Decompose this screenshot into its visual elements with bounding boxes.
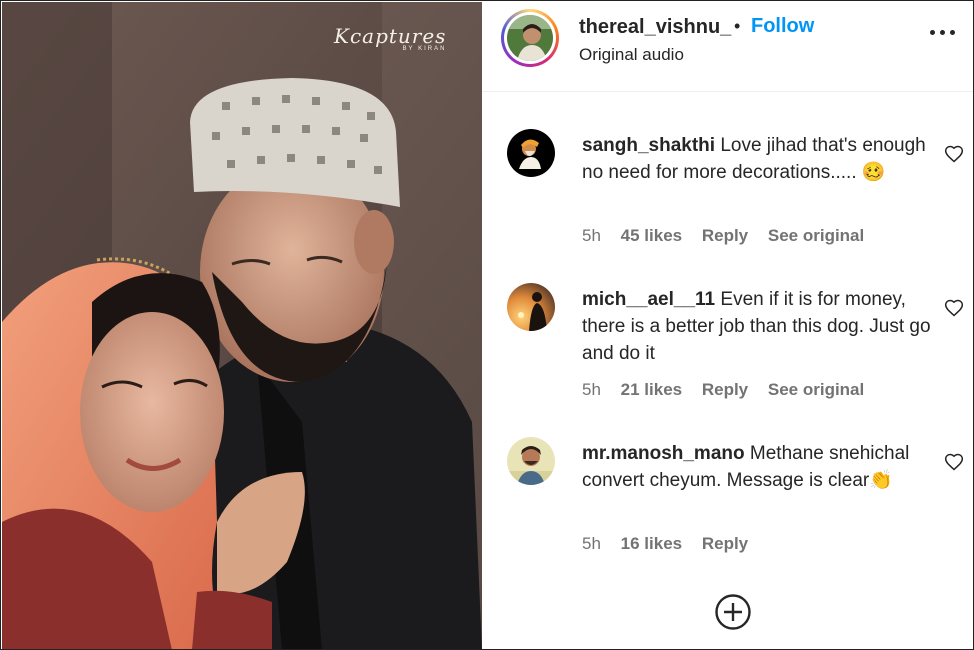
comments-panel: thereal_vishnu_ • Follow Original audio … bbox=[482, 2, 973, 649]
couple-photo-illustration bbox=[2, 2, 482, 649]
comment-meta: 5h 16 likes Reply bbox=[582, 534, 763, 554]
comment-likes[interactable]: 16 likes bbox=[621, 534, 682, 554]
author-username[interactable]: thereal_vishnu_ bbox=[579, 16, 731, 39]
comment-likes[interactable]: 21 likes bbox=[621, 380, 682, 400]
comment-emoji: 🥴 bbox=[861, 162, 886, 183]
commenter-avatar[interactable] bbox=[507, 283, 555, 331]
comment-likes[interactable]: 45 likes bbox=[621, 226, 682, 246]
reply-button[interactable]: Reply bbox=[702, 226, 748, 246]
comment-meta: 5h 21 likes Reply See original bbox=[582, 380, 879, 400]
see-original-button[interactable]: See original bbox=[768, 380, 864, 400]
audio-label[interactable]: Original audio bbox=[579, 45, 684, 65]
comment-text: sangh_shakthi Love jihad that's enough n… bbox=[582, 132, 934, 186]
follow-button[interactable]: Follow bbox=[751, 15, 814, 38]
reply-button[interactable]: Reply bbox=[702, 380, 748, 400]
comment-meta: 5h 45 likes Reply See original bbox=[582, 226, 879, 246]
commenter-avatar[interactable] bbox=[507, 437, 555, 485]
instagram-post-window: Kcaptures BY KIRAN thereal_vishnu_ • Fol… bbox=[0, 0, 974, 650]
commenter-avatar[interactable] bbox=[507, 129, 555, 177]
comment-text: mr.manosh_mano Methane snehichal convert… bbox=[582, 440, 934, 494]
heart-icon[interactable] bbox=[944, 452, 964, 472]
comment-time[interactable]: 5h bbox=[582, 226, 601, 246]
reply-button[interactable]: Reply bbox=[702, 534, 748, 554]
author-avatar[interactable] bbox=[507, 15, 553, 61]
more-options-icon[interactable] bbox=[928, 22, 958, 42]
post-photo[interactable]: Kcaptures BY KIRAN bbox=[2, 2, 482, 649]
post-header: thereal_vishnu_ • Follow Original audio bbox=[482, 2, 973, 92]
add-comment-icon[interactable] bbox=[714, 593, 752, 631]
comment-username[interactable]: sangh_shakthi bbox=[582, 135, 715, 156]
heart-icon[interactable] bbox=[944, 144, 964, 164]
heart-icon[interactable] bbox=[944, 298, 964, 318]
comment-username[interactable]: mich__ael__11 bbox=[582, 289, 715, 310]
watermark-text: Kcaptures bbox=[334, 24, 447, 48]
comment-text: mich__ael__11 Even if it is for money, t… bbox=[582, 286, 934, 367]
separator-dot: • bbox=[734, 16, 741, 36]
comment-username[interactable]: mr.manosh_mano bbox=[582, 443, 745, 464]
see-original-button[interactable]: See original bbox=[768, 226, 864, 246]
comment-time[interactable]: 5h bbox=[582, 380, 601, 400]
story-ring[interactable] bbox=[501, 9, 559, 67]
comment-time[interactable]: 5h bbox=[582, 534, 601, 554]
watermark-logo: Kcaptures BY KIRAN bbox=[334, 24, 446, 52]
comment-emoji: 👏 bbox=[869, 470, 893, 491]
